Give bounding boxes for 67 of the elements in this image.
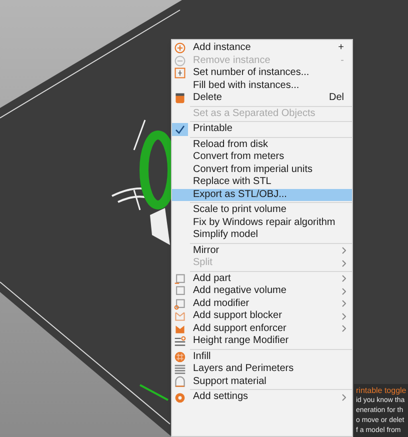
menu-item-label: Set as a Separated Objects	[193, 108, 316, 119]
menu-item[interactable]: Printable	[172, 123, 352, 136]
menu-item[interactable]: Add negative volume	[172, 285, 352, 298]
menu-item-label: Add settings	[193, 392, 250, 402]
menu-item-label: Add part	[193, 274, 232, 284]
menu-item[interactable]: Fix by Windows repair algorithm	[172, 216, 352, 229]
menu-item-label: Fix by Windows repair algorithm	[193, 218, 336, 228]
menu-item-label: Printable	[193, 124, 234, 134]
menu-item-label: Reload from disk	[193, 140, 270, 150]
menu-item-label: Support material	[193, 376, 268, 387]
menu-item[interactable]: Add settings	[172, 391, 352, 404]
menu-item-label: Layers and Perimeters	[193, 364, 295, 374]
shortcut-label: -	[340, 56, 345, 66]
square-icon	[174, 272, 186, 285]
menu-item[interactable]: Add part	[172, 272, 352, 285]
menu-item[interactable]: Convert from meters	[172, 151, 352, 164]
menu-item-label: Convert from imperial units	[193, 164, 314, 175]
menu-item-label: Mirror	[193, 246, 220, 256]
square-icon	[174, 298, 186, 310]
menu-item-label: Split	[193, 258, 214, 268]
menu-item[interactable]: Support material	[172, 376, 352, 388]
menu-item-label: Replace with STL	[193, 177, 272, 188]
menu-item[interactable]: Fill bed with instances...	[172, 80, 352, 92]
menu-item[interactable]: Scale to print volume	[172, 204, 352, 216]
hint-title: rintable toggle	[356, 386, 408, 396]
menu-item[interactable]: Add instance +	[172, 42, 352, 54]
minus-circle-icon	[174, 54, 186, 67]
menu-item-label: Add negative volume	[193, 286, 288, 296]
square-icon	[174, 285, 186, 298]
shortcut-label: Del	[328, 93, 345, 104]
menu-item-label: Set number of instances...	[193, 68, 310, 78]
menu-item-label: Add instance	[193, 43, 252, 54]
menu-item[interactable]: Add support enforcer	[172, 322, 352, 335]
shortcut-label: +	[338, 43, 345, 54]
menu-item[interactable]: Set number of instances...	[172, 67, 352, 80]
checkmark-icon	[175, 124, 185, 134]
menu-item[interactable]: Replace with STL	[172, 176, 352, 188]
grid-circle-icon	[174, 350, 186, 363]
menu-item[interactable]: Delete Del	[172, 92, 352, 104]
menu-item-label: Export as STL/OBJ...	[193, 190, 288, 200]
menu-item[interactable]: Add modifier	[172, 298, 352, 310]
menu-item-label: Fill bed with instances...	[193, 80, 300, 91]
menu-item-label: Add support blocker	[193, 311, 283, 322]
menu-item-label: Infill	[193, 352, 212, 362]
menu-item[interactable]: Infill	[172, 350, 352, 363]
layers-icon	[174, 363, 186, 376]
menu-item-label: Remove instance	[193, 56, 272, 66]
menu-item[interactable]: Add support blocker	[172, 310, 352, 322]
layers-icon	[174, 335, 186, 348]
menu-item[interactable]: Convert from imperial units	[172, 164, 352, 176]
menu-item[interactable]: Height range Modifier	[172, 335, 352, 348]
menu-item-label: Delete	[193, 93, 223, 104]
square-plus-icon	[174, 67, 186, 80]
menu-item-label: Height range Modifier	[193, 336, 290, 346]
menu-item[interactable]: Layers and Perimeters	[172, 363, 352, 376]
menu-item[interactable]: Reload from disk	[172, 138, 352, 151]
menu-item[interactable]: Export as STL/OBJ...	[172, 188, 352, 201]
menu-item-label: Simplify model	[193, 230, 260, 240]
menu-item-label: Add support enforcer	[193, 324, 288, 334]
menu-item-label: Scale to print volume	[193, 205, 288, 216]
menu-item-label: Add modifier	[193, 298, 250, 309]
chevron-right-icon	[342, 394, 346, 401]
menu-item-label: Convert from meters	[193, 152, 286, 162]
menu-item[interactable]: Simplify model	[172, 229, 352, 242]
trash-icon	[174, 92, 186, 104]
plus-circle-icon	[174, 42, 186, 54]
menu-item[interactable]: Mirror	[172, 244, 352, 257]
